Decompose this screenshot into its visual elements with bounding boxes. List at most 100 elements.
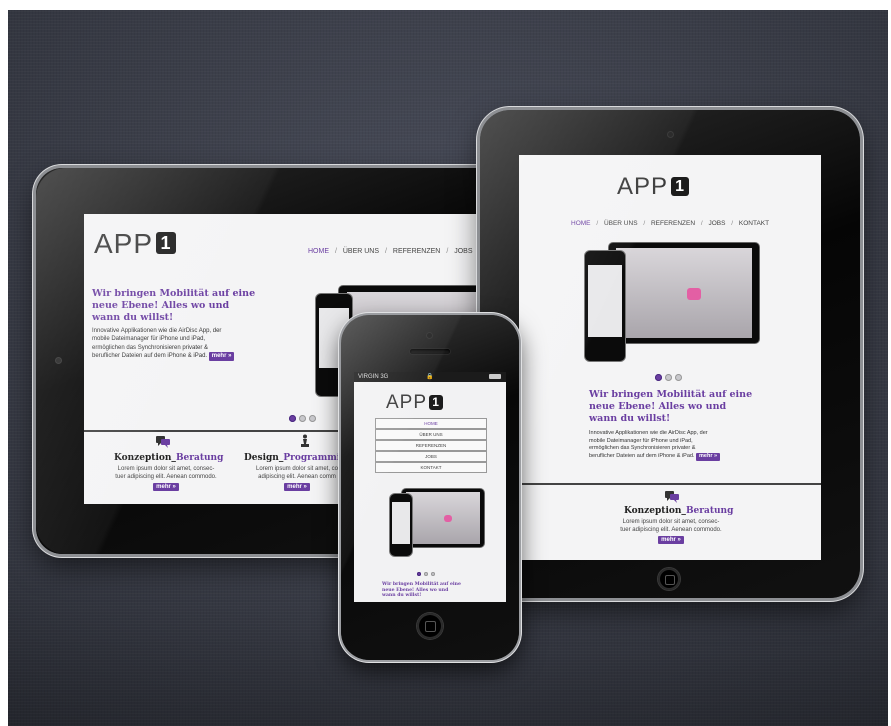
nav-separator: / <box>334 248 337 255</box>
menu-item-referenzen[interactable]: REFERENZEN <box>375 440 487 451</box>
konzeption-title: Konzeption_Beratung <box>624 506 733 516</box>
pink-app-icon <box>444 515 452 522</box>
logo[interactable]: APP 1 <box>94 228 177 260</box>
hero-more-button[interactable]: mehr » <box>208 352 235 361</box>
service-title-accent: Programmie <box>283 453 346 463</box>
hero-tablet-screen <box>406 492 480 544</box>
hero-body-line: beruflicher Dateien auf dem iPhone & iPa… <box>92 353 208 360</box>
menu-item-jobs[interactable]: JOBS <box>375 451 487 462</box>
menu-item-ueber-uns[interactable]: ÜBER UNS <box>375 429 487 440</box>
konzeption-more-button[interactable]: mehr » <box>658 536 684 545</box>
konzeption-text: Lorem ipsum dolor sit amet, consec- tuer… <box>601 518 741 545</box>
ipad-portrait-camera <box>668 132 673 137</box>
iphone-screen: VIRGIN 3G 🔒 APP 1 HOME ÜBER UNS REFERENZE… <box>354 372 506 602</box>
nav-jobs[interactable]: JOBS <box>454 248 472 255</box>
nav-home[interactable]: HOME <box>571 220 591 227</box>
service-text-line: tuer adipiscing elit. Aenean commodo. <box>115 474 217 481</box>
carousel-dot[interactable] <box>665 374 672 381</box>
nav-separator: / <box>731 220 734 227</box>
design-title: Design_Programmie <box>244 453 346 463</box>
hero-body-line: mobile Dateimanager für iPhone und iPad, <box>92 336 206 343</box>
iphone-home-button[interactable] <box>417 613 443 639</box>
section-divider <box>519 483 821 485</box>
konzeption-title: Konzeption_Beratung <box>114 453 223 463</box>
iphone: VIRGIN 3G 🔒 APP 1 HOME ÜBER UNS REFERENZE… <box>341 315 519 660</box>
ipad-portrait-home-button[interactable] <box>658 568 680 590</box>
hero-body-line: mobile Dateimanager für iPhone und iPad, <box>589 437 693 444</box>
nav-separator: / <box>596 220 599 227</box>
hero-headline: Wir bringen Mobilität auf eine neue Eben… <box>589 389 759 425</box>
carousel-dot[interactable] <box>417 572 421 576</box>
carousel-dot[interactable] <box>424 572 428 576</box>
nav-separator: / <box>446 248 449 255</box>
logo-number: 1 <box>429 395 444 410</box>
ipad-landscape-camera <box>56 358 61 363</box>
iphone-speaker <box>410 349 450 354</box>
logo-number: 1 <box>156 232 177 254</box>
lock-icon: 🔒 <box>426 374 434 380</box>
hero-headline-line: neue Ebene! Alles wo und <box>589 400 727 412</box>
carousel-dot[interactable] <box>431 572 435 576</box>
nav-kontakt[interactable]: KONTAKT <box>739 220 769 227</box>
hero-body-line: ermöglichen das Synchronisieren privater… <box>92 344 209 351</box>
nav-ueber-uns[interactable]: ÜBER UNS <box>343 248 379 255</box>
carousel-dot[interactable] <box>309 415 316 422</box>
hero-headline: Wir bringen Mobilität auf eine neue Eben… <box>92 288 262 324</box>
nav-referenzen[interactable]: REFERENZEN <box>393 248 440 255</box>
nav-jobs[interactable]: JOBS <box>708 220 725 227</box>
carousel-dot[interactable] <box>675 374 682 381</box>
konzeption-text: Lorem ipsum dolor sit amet, consec- tuer… <box>96 465 236 492</box>
hero-headline-line: Wir bringen Mobilität auf eine <box>92 288 256 299</box>
service-title-prefix: Konzeption_ <box>114 453 176 463</box>
design-more-button[interactable]: mehr » <box>284 483 310 492</box>
hero-headline-line: wann du willst! <box>382 593 422 599</box>
service-text-line: Lorem ipsum dolor sit amet, consec- <box>117 466 215 472</box>
logo-number: 1 <box>671 177 690 196</box>
hero-body-line: Innovative Applikationen wie die AirDisc… <box>589 430 708 436</box>
service-title-prefix: Konzeption_ <box>624 506 686 516</box>
menu-item-kontakt[interactable]: KONTAKT <box>375 462 487 473</box>
showcase-background: APP 1 HOME / ÜBER UNS / REFERENZEN / JOBS… <box>8 10 888 726</box>
hero-body-line: ermöglichen das Synchronisieren privater… <box>589 445 696 452</box>
nav-separator: / <box>385 248 387 255</box>
nav-referenzen[interactable]: REFERENZEN <box>651 220 695 227</box>
hero-headline-line: Wir bringen Mobilität auf eine <box>589 389 753 400</box>
carousel-dots[interactable] <box>655 374 682 381</box>
carousel-dot[interactable] <box>289 415 296 422</box>
hero-phone-image <box>585 251 625 361</box>
hero-body-line: beruflicher Dateien auf dem iPhone & iPa… <box>589 453 695 460</box>
nav-ueber-uns[interactable]: ÜBER UNS <box>604 220 638 227</box>
logo[interactable]: APP 1 <box>386 392 444 414</box>
service-text-line: Lorem ipsum dolor sit amet, consec- <box>622 519 720 525</box>
carousel-dots[interactable] <box>417 572 435 576</box>
carousel-dot[interactable] <box>655 374 662 381</box>
konzeption-more-button[interactable]: mehr » <box>153 483 179 492</box>
hero-body-line: Innovative Applikationen wie die AirDisc… <box>92 328 222 334</box>
carousel-dots[interactable] <box>289 415 316 422</box>
hero-more-button[interactable]: mehr » <box>696 453 721 461</box>
battery-icon <box>489 374 501 379</box>
iphone-camera <box>427 333 432 338</box>
nav-separator: / <box>700 220 703 227</box>
hero-headline-line: wann du willst! <box>589 412 671 424</box>
logo-text: APP <box>617 173 669 200</box>
service-title-accent: Beratung <box>175 453 224 463</box>
hero-tablet-screen <box>616 248 752 338</box>
logo[interactable]: APP 1 <box>617 173 690 201</box>
hero-body: Innovative Applikationen wie die AirDisc… <box>589 430 764 461</box>
hero-phone-image <box>390 494 412 556</box>
status-bar: VIRGIN 3G 🔒 <box>354 372 506 382</box>
carrier-label: VIRGIN 3G <box>358 374 389 380</box>
service-text-line: tuer adipiscing elit. Aenean commodo. <box>620 527 722 534</box>
service-title-prefix: Design_ <box>244 453 284 463</box>
menu-item-home[interactable]: HOME <box>375 418 487 429</box>
logo-text: APP <box>386 392 428 413</box>
chess-piece-icon <box>300 434 310 453</box>
nav-separator: / <box>643 220 646 227</box>
hero-headline-line: wann du willst! <box>92 311 174 323</box>
carousel-dot[interactable] <box>299 415 306 422</box>
nav-home[interactable]: HOME <box>308 248 329 255</box>
hero-phone-screen <box>392 502 410 544</box>
speech-bubbles-icon <box>156 436 170 451</box>
hero-tablet-image <box>609 243 759 343</box>
